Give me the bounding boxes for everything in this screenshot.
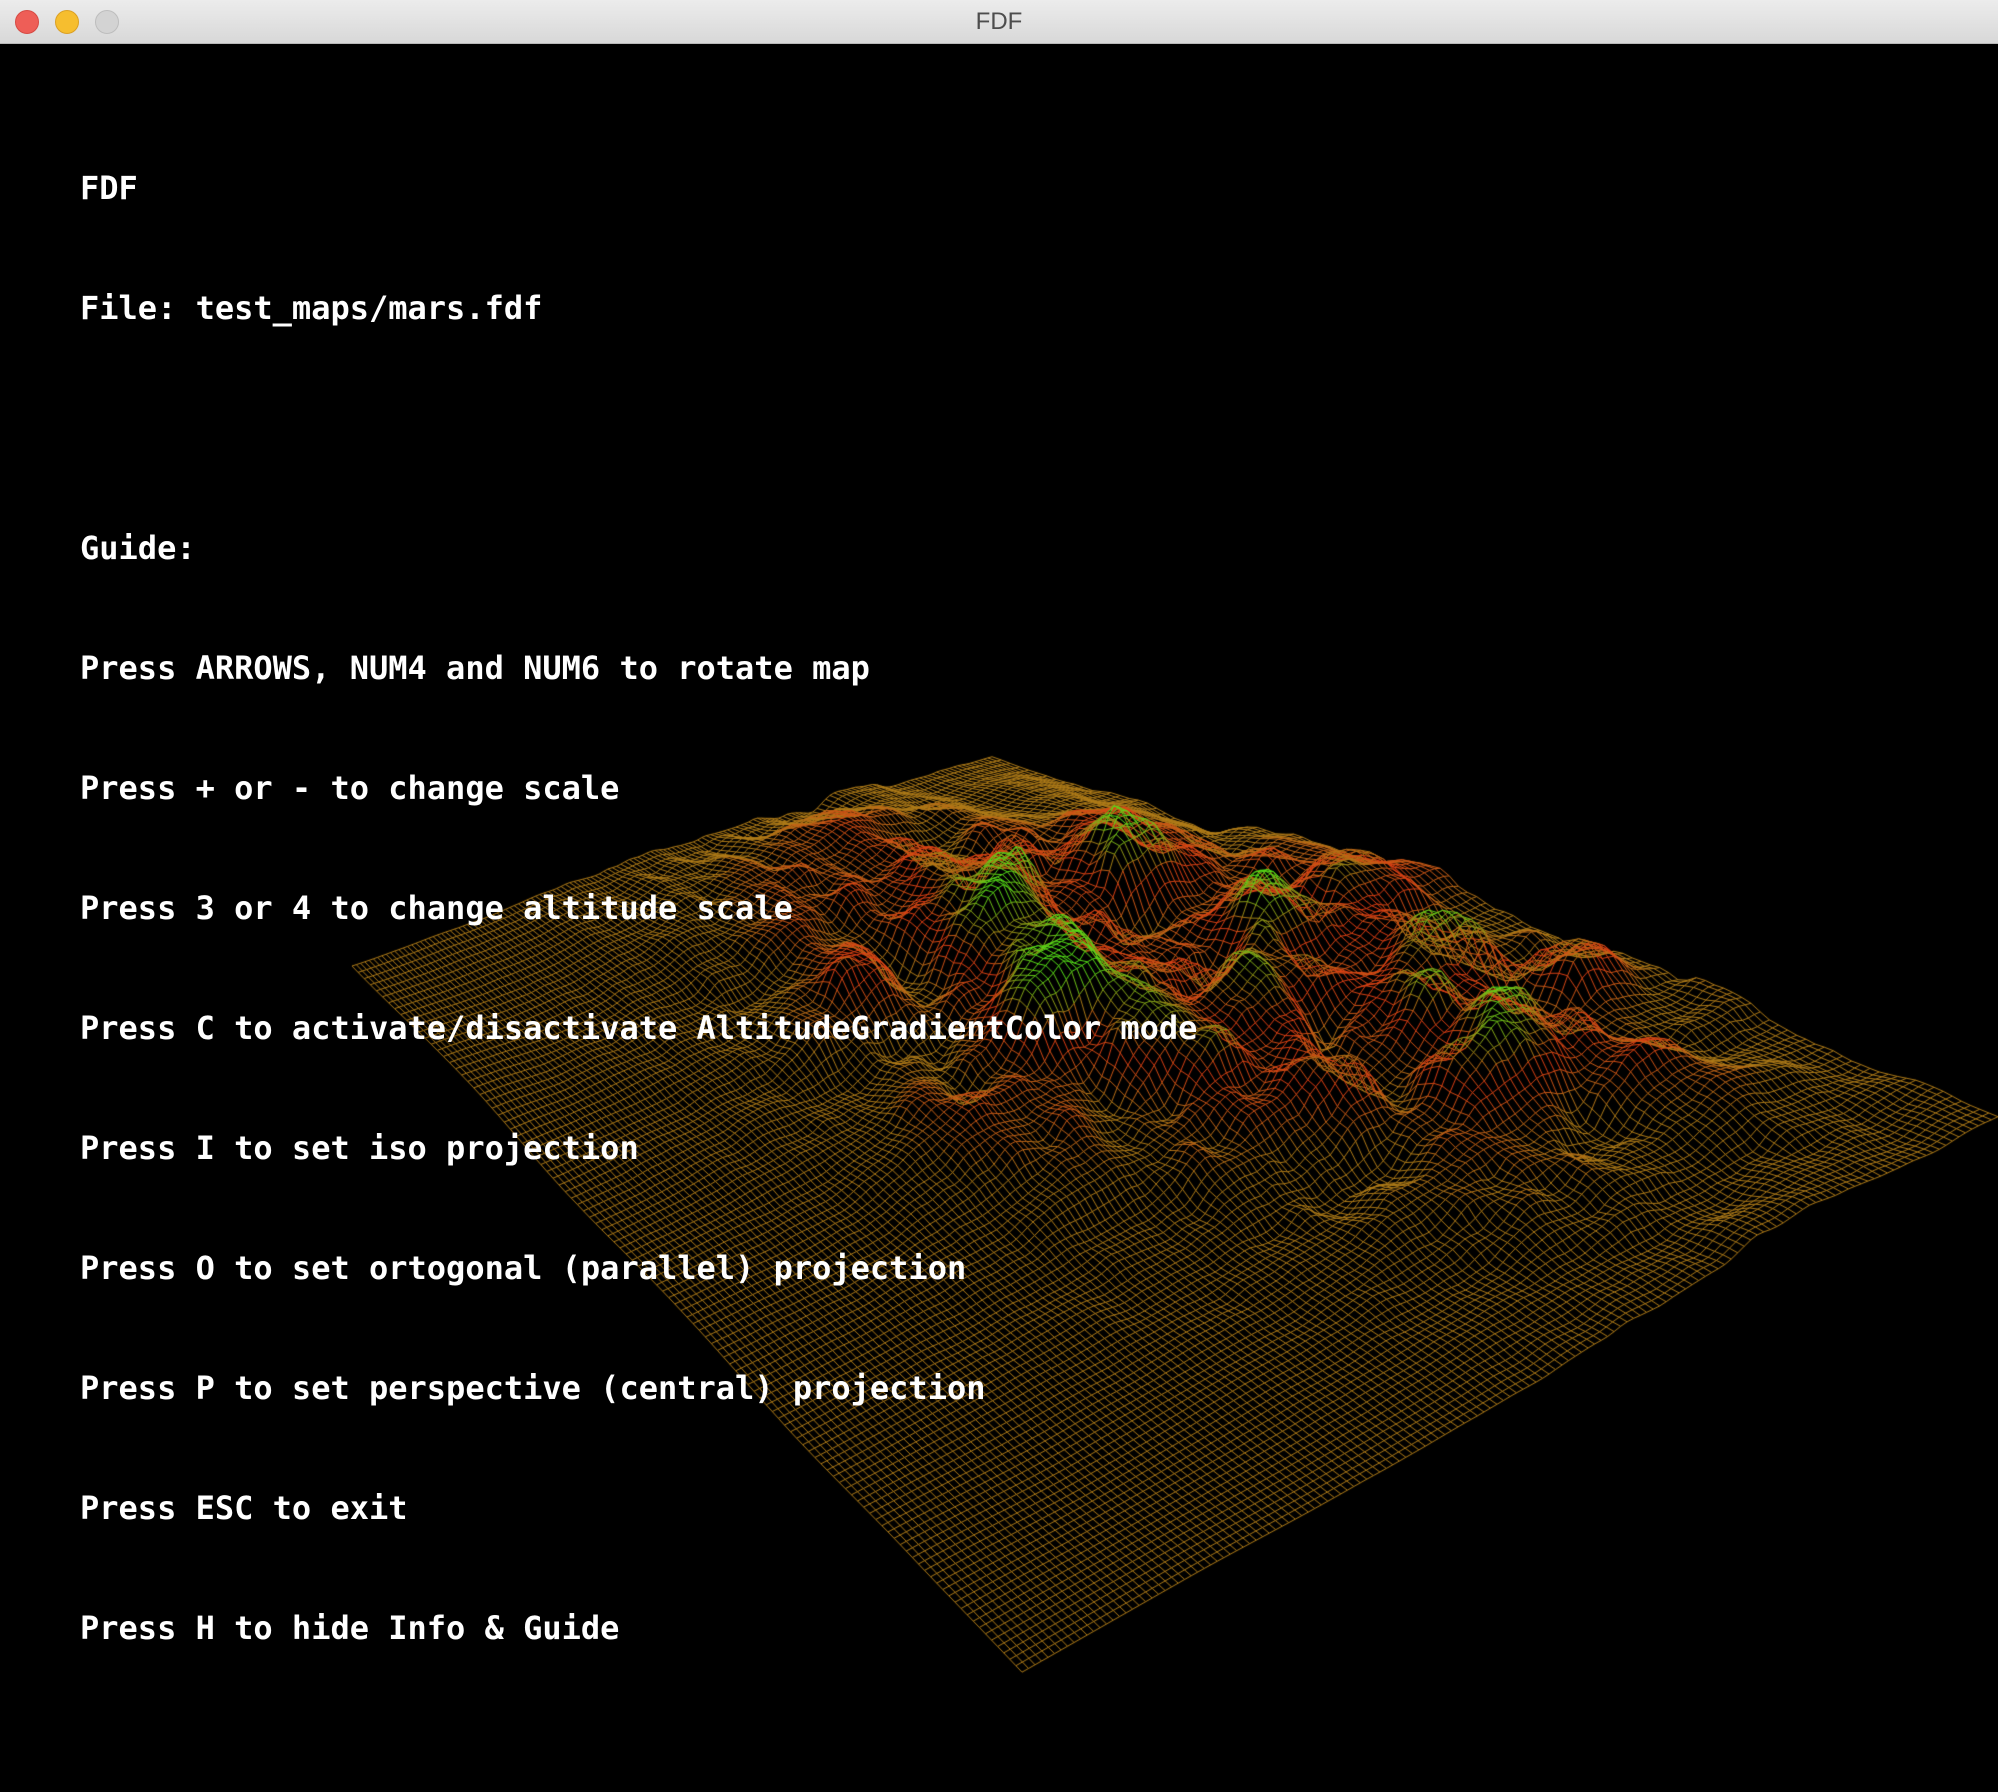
app-name: FDF xyxy=(80,169,138,207)
guide-header: Guide: xyxy=(80,529,196,567)
guide-line: Press H to hide Info & Guide xyxy=(80,1609,620,1647)
guide-line: Press P to set perspective (central) pro… xyxy=(80,1369,986,1407)
guide-line: Press 3 or 4 to change altitude scale xyxy=(80,889,793,927)
title-bar[interactable]: FDF xyxy=(0,0,1998,44)
guide-line: Press C to activate/disactivate Altitude… xyxy=(80,1009,1198,1047)
guide-line: Press I to set iso projection xyxy=(80,1129,639,1167)
file-line: File: test_maps/mars.fdf xyxy=(80,289,543,327)
info-guide-overlay: FDF File: test_maps/mars.fdf Guide: Pres… xyxy=(80,88,1197,1728)
guide-line: Press + or - to change scale xyxy=(80,769,620,807)
window-title: FDF xyxy=(975,8,1023,35)
guide-line: Press O to set ortogonal (parallel) proj… xyxy=(80,1249,967,1287)
fdf-window: FDF FDF File: test_maps/mars.fdf Guide: … xyxy=(0,0,1998,1792)
render-canvas[interactable]: FDF File: test_maps/mars.fdf Guide: Pres… xyxy=(0,44,1998,1792)
guide-line: Press ESC to exit xyxy=(80,1489,408,1527)
guide-line: Press ARROWS, NUM4 and NUM6 to rotate ma… xyxy=(80,649,870,687)
